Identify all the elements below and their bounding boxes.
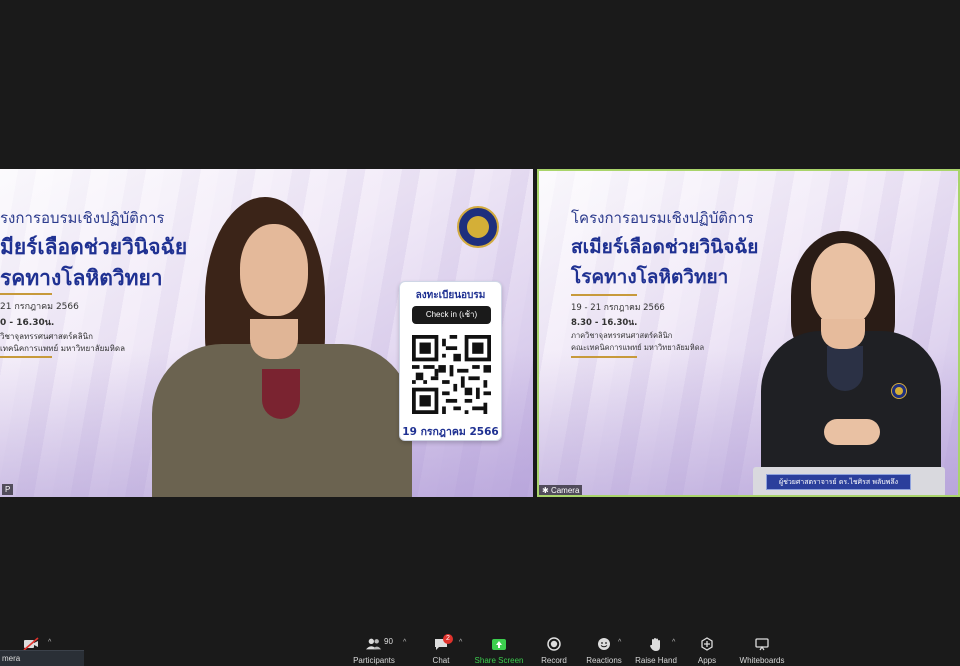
slide-title-line3: โรคทางโลหิตวิทยา <box>571 266 729 288</box>
slide-title-line2: สเมียร์เลือดช่วยวินิจฉัย <box>571 236 759 258</box>
qr-code-icon[interactable] <box>412 335 491 414</box>
raise-hand-caret-icon[interactable]: ^ <box>672 639 675 646</box>
raise-hand-button[interactable]: Raise Hand <box>635 630 677 666</box>
video-tile-presenter[interactable]: รงการอบรมเชิงปฏิบัติการ มียร์เลือดช่วยวิ… <box>0 169 533 497</box>
slide-time: 0 - 16.30น. <box>0 318 55 328</box>
chat-caret-icon[interactable]: ^ <box>459 639 462 646</box>
participants-icon <box>366 636 382 652</box>
slide-title-line2: มียร์เลือดช่วยวินิจฉัย <box>0 235 188 259</box>
apps-button[interactable]: Apps <box>696 630 718 666</box>
slide-faculty: คณะเทคนิคการแพทย์ มหาวิทยาลัยมหิดล <box>571 343 705 352</box>
participants-count: 90 <box>384 637 393 646</box>
qr-date: 19 กรกฎาคม 2566 <box>402 426 499 438</box>
video-tile-active-speaker[interactable]: โครงการอบรมเชิงปฏิบัติการ สเมียร์เลือดช่… <box>537 169 960 497</box>
participant-name-tag: P <box>2 484 14 495</box>
meeting-toolbar: ^ Participants 90 ^ Chat 2 ^ Share Scree… <box>0 630 960 666</box>
zoom-meeting-window: รงการอบรมเชิงปฏิบัติการ มียร์เลือดช่วยวิ… <box>0 0 960 666</box>
slide-time: 8.30 - 16.30น. <box>571 318 638 328</box>
slide-title-line1: โครงการอบรมเชิงปฏิบัติการ <box>571 209 754 227</box>
slide-dates: 21 กรกฎาคม 2566 <box>0 302 79 312</box>
mic-muted-icon: ✱ <box>542 486 549 495</box>
slide-title-line1: รงการอบรมเชิงปฏิบัติการ <box>0 209 165 227</box>
participants-button[interactable]: Participants <box>352 630 396 666</box>
reactions-button[interactable]: Reactions <box>586 630 622 666</box>
slide-dates: 19 - 21 กรกฎาคม 2566 <box>571 303 665 313</box>
record-icon <box>546 636 562 652</box>
camera-menu-popup[interactable]: mera <box>0 650 84 666</box>
slide-divider <box>571 294 637 296</box>
checkin-qr-panel: ลงทะเบียนอบรม Check in (เช้า) 19 กรกฎาคม… <box>399 281 502 441</box>
reactions-caret-icon[interactable]: ^ <box>618 639 621 646</box>
apps-icon <box>699 636 715 652</box>
raise-hand-icon <box>648 636 664 652</box>
slide-faculty: เทคนิคการแพทย์ มหาวิทยาลัยมหิดล <box>0 344 125 353</box>
reactions-icon <box>596 636 612 652</box>
checkin-label: Check in (เช้า) <box>412 306 491 324</box>
slide-department: ภาควิชาจุลทรรศนศาสตร์คลินิก <box>571 331 673 340</box>
speaker-nameplate: ผู้ช่วยศาสตราจารย์ ดร.ไชศิรส พลับพลึง <box>766 474 911 490</box>
share-screen-button[interactable]: Share Screen <box>475 630 523 666</box>
slide-title-line3: รคทางโลหิตวิทยา <box>0 266 163 290</box>
pin-badge-icon <box>891 383 907 399</box>
participant-name-tag: ✱ Camera <box>539 485 583 495</box>
qr-title: ลงทะเบียนอบรม <box>415 290 486 301</box>
record-button[interactable]: Record <box>540 630 568 666</box>
slide-divider <box>0 293 52 295</box>
slide-divider-2 <box>0 356 52 358</box>
slide-divider-2 <box>571 356 637 358</box>
share-screen-icon <box>491 636 507 652</box>
chat-unread-badge: 2 <box>443 634 453 644</box>
video-options-caret-icon[interactable]: ^ <box>48 639 51 646</box>
whiteboard-icon <box>754 636 770 652</box>
participants-caret-icon[interactable]: ^ <box>403 639 406 646</box>
whiteboards-button[interactable]: Whiteboards <box>739 630 785 666</box>
university-logo-icon <box>457 206 499 248</box>
